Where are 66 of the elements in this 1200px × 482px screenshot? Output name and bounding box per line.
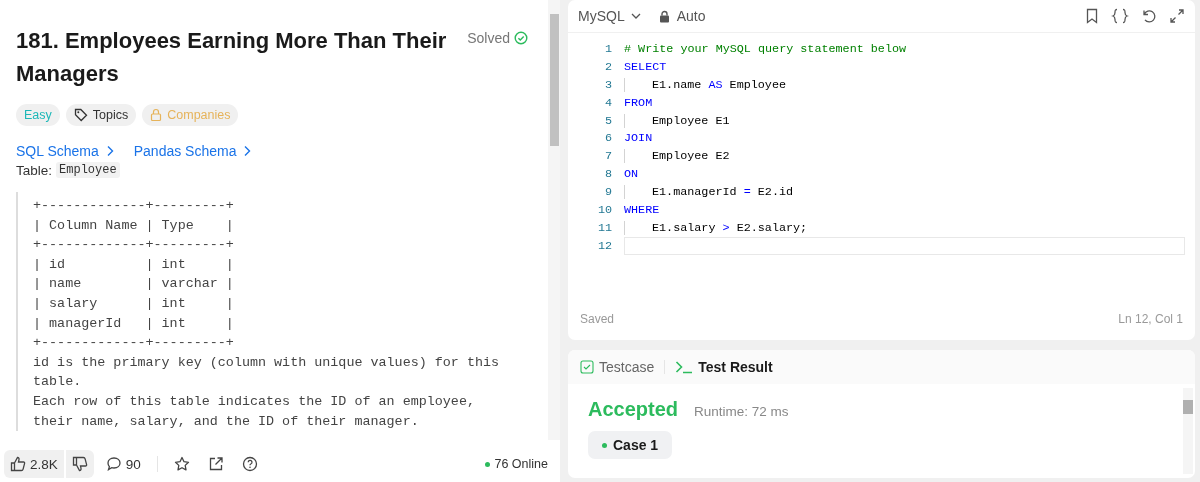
code-line: E1.salary > E2.salary;: [624, 220, 1195, 235]
comments-button[interactable]: 90: [99, 456, 147, 472]
line-number: 12: [596, 238, 612, 253]
chevron-right-icon: [243, 145, 252, 157]
table-label: Table:: [16, 162, 53, 178]
schema-link[interactable]: Pandas Schema: [133, 143, 252, 159]
solved-status: Solved: [467, 30, 528, 46]
code-line: WHERE: [624, 202, 661, 217]
reset-icon[interactable]: [1141, 8, 1157, 24]
save-status: Saved: [580, 312, 615, 326]
line-number: 8: [603, 167, 612, 182]
braces-icon[interactable]: [1111, 8, 1129, 24]
scrollbar[interactable]: [1183, 388, 1193, 474]
chevron-down-icon: [630, 12, 641, 20]
verdict-text: Accepted: [588, 398, 679, 421]
external-link-icon: [207, 456, 224, 472]
check-circle-icon: [514, 31, 528, 45]
panel-tab[interactable]: Testcase: [580, 359, 655, 375]
table-name: Employee: [56, 162, 120, 178]
lock-icon: [658, 9, 670, 23]
line-number: 1: [603, 41, 612, 56]
line-number: 6: [603, 131, 612, 146]
code-line: E1.name AS Employee: [624, 77, 1195, 92]
code-line: Employee E1: [624, 113, 1195, 128]
panel-tab[interactable]: Test Result: [675, 359, 773, 375]
runtime-text: Runtime: 72 ms: [694, 404, 789, 419]
description-text: Each row of this table indicates the ID of an employee, their name, salary, and the ID of their manager.: [33, 392, 476, 431]
line-number: 4: [603, 95, 612, 110]
like-button[interactable]: 2.8K: [4, 450, 64, 478]
language-dropdown[interactable]: MySQL: [578, 8, 641, 24]
thumbs-down-icon: [71, 456, 88, 472]
terminal-icon: [675, 360, 694, 374]
online-count: 76 Online: [485, 457, 548, 471]
checkbox-icon: [580, 360, 594, 374]
description-text: id is the primary key (column with unique values) for this table.: [33, 353, 501, 392]
case-tab[interactable]: Case 1: [588, 431, 673, 459]
star-icon: [173, 456, 190, 472]
line-number: 5: [603, 113, 612, 128]
line-number: 9: [603, 185, 612, 200]
code-line: E1.managerId = E2.id: [624, 185, 1195, 200]
code-line: JOIN: [624, 131, 654, 146]
code-line: ON: [624, 167, 640, 182]
code-line: Employee E2: [624, 149, 1195, 164]
problem-title: 181. Employees Earning More Than Their Managers: [16, 27, 448, 88]
thumbs-up-icon: [10, 456, 26, 472]
dislike-button[interactable]: [65, 450, 94, 478]
scrollbar[interactable]: [548, 0, 560, 440]
bookmark-icon[interactable]: [1085, 8, 1099, 24]
line-number: 7: [603, 149, 612, 164]
tag-chip[interactable]: Topics: [65, 104, 137, 126]
code-line: # Write your MySQL query statement below: [624, 41, 908, 56]
line-number: 11: [596, 220, 612, 235]
speech-bubble-icon: [105, 456, 122, 472]
expand-icon[interactable]: [1169, 8, 1185, 24]
lock-icon: [150, 108, 163, 122]
code-line: SELECT: [624, 59, 668, 74]
chevron-right-icon: [105, 145, 114, 157]
schema-link[interactable]: SQL Schema: [16, 143, 114, 159]
cursor-position: Ln 12, Col 1: [1118, 312, 1183, 326]
line-number: 3: [603, 77, 612, 92]
help-icon: [241, 456, 258, 472]
line-number: 2: [603, 59, 612, 74]
auto-mode: Auto: [658, 8, 706, 24]
code-line: FROM: [624, 95, 654, 110]
tag-icon: [73, 108, 88, 122]
line-number: 10: [596, 202, 612, 217]
